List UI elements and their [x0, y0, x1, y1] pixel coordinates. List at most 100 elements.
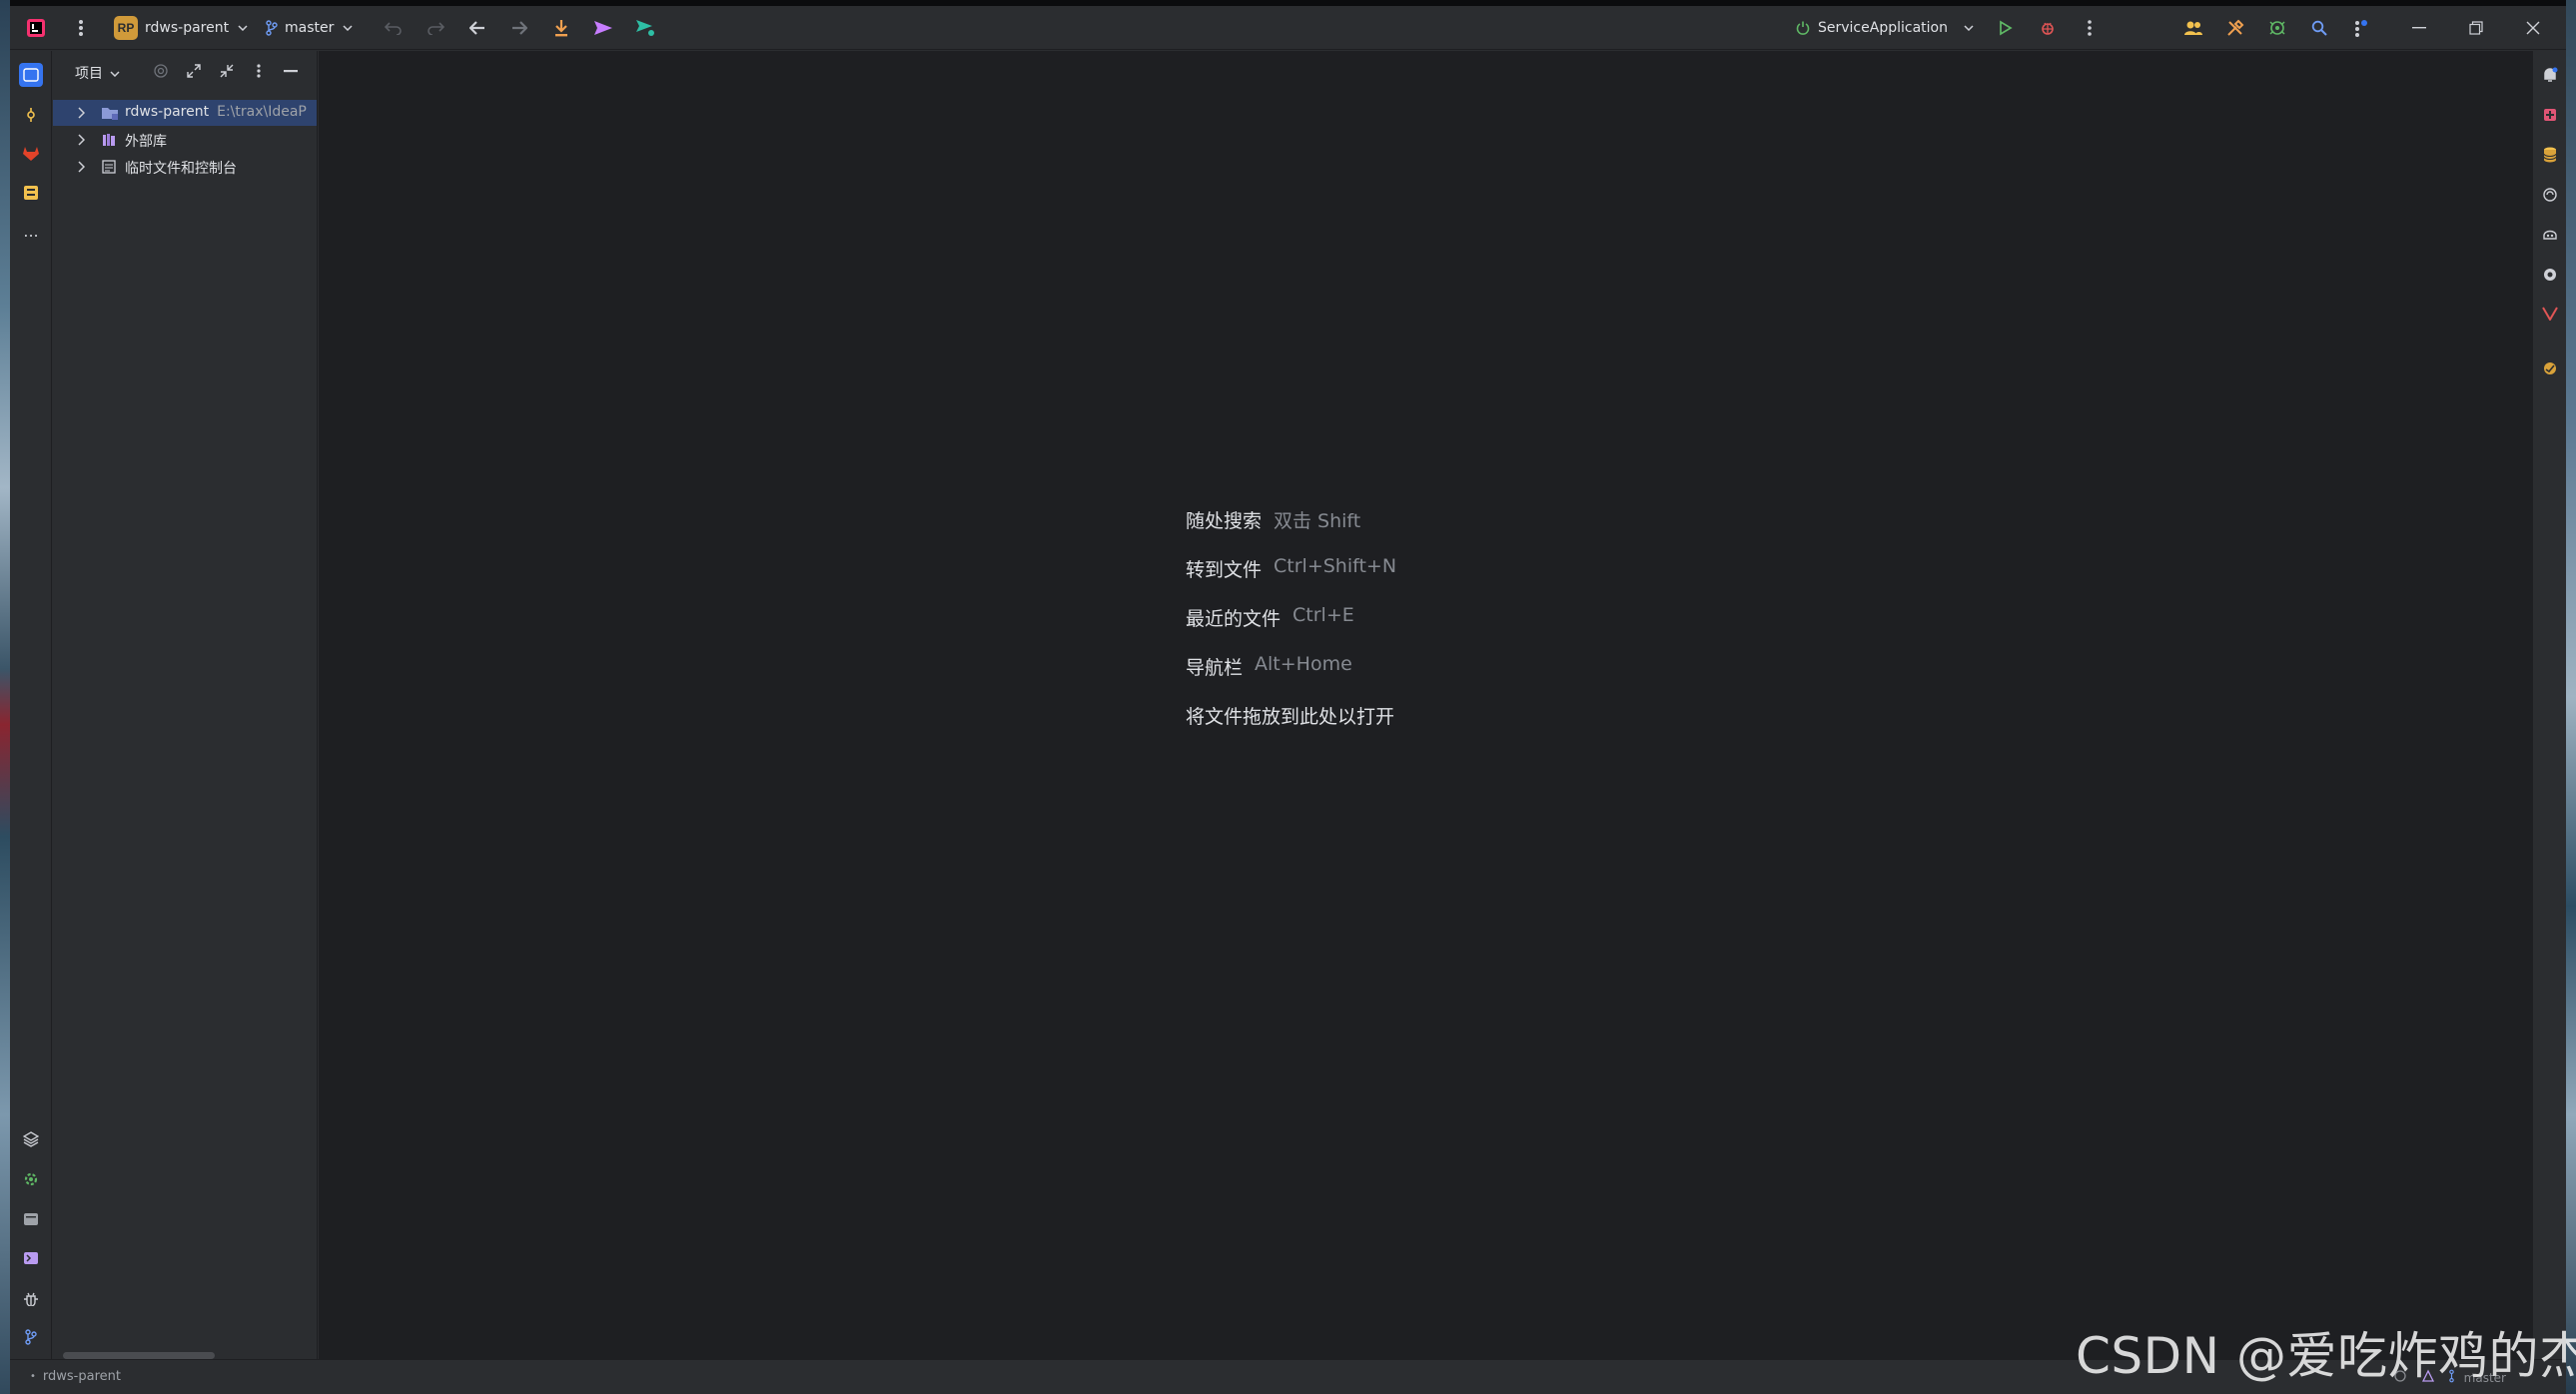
hint-action: 最近的文件: [1186, 608, 1282, 630]
title-bar: RP rdws-parent master ServiceApplication: [10, 6, 2566, 50]
locate-icon[interactable]: [147, 57, 175, 85]
git-icon[interactable]: [19, 1325, 43, 1349]
hint-navigation-bar: 导航栏 Alt+Home: [1186, 653, 1396, 702]
hint-shortcut: 双击 Shift: [1274, 510, 1361, 532]
restore-icon[interactable]: [2462, 14, 2490, 42]
update-project-icon[interactable]: [547, 14, 575, 42]
chevron-down-icon: [110, 65, 120, 81]
module-folder-icon: [101, 105, 119, 125]
database-icon[interactable]: [2538, 143, 2562, 167]
right-tool-strip: [2532, 51, 2566, 1359]
debug-icon[interactable]: [2034, 14, 2062, 42]
chevron-down-icon: [343, 25, 353, 31]
desktop-wallpaper-right: [2566, 0, 2576, 1394]
hint-shortcut: Ctrl+Shift+N: [1274, 555, 1397, 577]
breadcrumb-bullet-icon: •: [30, 1371, 36, 1382]
options-icon[interactable]: [245, 57, 273, 85]
console-icon[interactable]: [19, 1246, 43, 1270]
branch-icon: [266, 20, 278, 36]
collapse-all-icon[interactable]: [213, 57, 241, 85]
forward-icon[interactable]: [505, 14, 533, 42]
chevron-right-icon[interactable]: [77, 134, 86, 150]
problems-icon[interactable]: [19, 1286, 43, 1310]
desktop-wallpaper-left: [0, 0, 10, 1394]
services-icon[interactable]: [19, 1167, 43, 1191]
vue-icon[interactable]: [2538, 302, 2562, 326]
hint-shortcut: Alt+Home: [1255, 653, 1352, 675]
intellij-logo-icon[interactable]: [22, 14, 50, 42]
layers-icon[interactable]: [19, 1127, 43, 1151]
hint-search-everywhere: 随处搜索 双击 Shift: [1186, 506, 1396, 555]
more-tools-icon[interactable]: ...: [19, 219, 43, 243]
plugin-icon[interactable]: [2263, 14, 2291, 42]
tree-item-scratches[interactable]: 临时文件和控制台: [53, 154, 317, 180]
settings-tools-icon[interactable]: [2221, 14, 2249, 42]
chevron-right-icon[interactable]: [77, 107, 86, 123]
settings-sync-icon[interactable]: [2538, 263, 2562, 287]
run-config-name: ServiceApplication: [1818, 20, 1948, 36]
ai-assistant-icon[interactable]: [2538, 183, 2562, 207]
hint-drop-files: 将文件拖放到此处以打开: [1186, 702, 1396, 751]
project-icon[interactable]: [19, 63, 43, 87]
project-widget[interactable]: RP rdws-parent: [114, 6, 248, 50]
redo-icon[interactable]: [422, 14, 449, 42]
hide-icon[interactable]: [277, 57, 305, 85]
breadcrumb-project: rdws-parent: [42, 1369, 121, 1384]
project-root-name: rdws-parent: [125, 104, 210, 120]
commit-push-icon[interactable]: [631, 14, 659, 42]
code-with-me-icon[interactable]: [2179, 14, 2207, 42]
project-root-path: E:\trax\IdeaP: [217, 104, 307, 120]
vcs-operations-icon[interactable]: [2347, 14, 2375, 42]
structure-icon[interactable]: [19, 181, 43, 205]
tree-item-external-libraries[interactable]: 外部库: [53, 127, 317, 153]
left-tool-strip: ...: [10, 51, 52, 1359]
run-icon[interactable]: [1992, 14, 2020, 42]
copilot-icon[interactable]: [2538, 223, 2562, 247]
horizontal-scrollbar[interactable]: [63, 1352, 215, 1359]
undo-icon[interactable]: [380, 14, 408, 42]
project-panel-header: 项目: [53, 51, 317, 91]
close-icon[interactable]: [2519, 14, 2547, 42]
branch-name: master: [285, 20, 335, 36]
hint-shortcut: Ctrl+E: [1292, 604, 1354, 626]
push-icon[interactable]: [589, 14, 617, 42]
project-tool-window: 项目 rdws-parent E:\trax\IdeaP 外部库 临时文件和控制台: [53, 51, 318, 1359]
run-config-widget[interactable]: ServiceApplication: [1796, 6, 1974, 50]
terminal-icon[interactable]: [19, 1207, 43, 1231]
chevron-down-icon: [1964, 25, 1974, 31]
commit-icon[interactable]: [19, 103, 43, 127]
empty-editor-hints: 随处搜索 双击 Shift 转到文件 Ctrl+Shift+N 最近的文件 Ct…: [1186, 506, 1396, 751]
chevron-down-icon: [238, 25, 248, 31]
expand-all-icon[interactable]: [180, 57, 208, 85]
sonar-icon[interactable]: [2538, 356, 2562, 380]
hint-action: 将文件拖放到此处以打开: [1186, 706, 1395, 728]
hint-action: 导航栏: [1186, 657, 1244, 679]
project-panel-title: 项目: [75, 66, 103, 82]
hint-recent-files: 最近的文件 Ctrl+E: [1186, 604, 1396, 653]
status-breadcrumb[interactable]: • rdws-parent: [30, 1369, 121, 1384]
editor-empty-area[interactable]: 随处搜索 双击 Shift 转到文件 Ctrl+Shift+N 最近的文件 Ct…: [319, 51, 2532, 1359]
scratches-icon: [101, 159, 117, 179]
notifications-icon[interactable]: [2538, 63, 2562, 87]
ide-window: RP rdws-parent master ServiceApplication: [10, 6, 2566, 1394]
plugin-red-icon[interactable]: [2538, 103, 2562, 127]
back-icon[interactable]: [463, 14, 491, 42]
tree-item-label: 外部库: [125, 134, 167, 150]
project-view-selector[interactable]: 项目: [75, 63, 120, 83]
hint-action: 转到文件: [1186, 559, 1263, 581]
power-icon: [1796, 21, 1810, 35]
branch-widget[interactable]: master: [266, 6, 353, 50]
chevron-right-icon[interactable]: [77, 161, 86, 177]
library-icon: [101, 132, 117, 152]
project-badge: RP: [114, 16, 138, 40]
minimize-icon[interactable]: [2405, 14, 2433, 42]
main-menu-icon[interactable]: [67, 14, 95, 42]
tree-item-rdws-parent[interactable]: rdws-parent E:\trax\IdeaP: [53, 100, 317, 126]
tree-item-label: rdws-parent E:\trax\IdeaP: [125, 104, 307, 120]
more-icon[interactable]: [2076, 14, 2104, 42]
project-name: rdws-parent: [145, 20, 230, 36]
csdn-watermark: CSDN @爱吃炸鸡的杰: [2076, 1327, 2576, 1385]
gitlab-icon[interactable]: [19, 142, 43, 166]
search-icon[interactable]: [2305, 14, 2333, 42]
hint-action: 随处搜索: [1186, 510, 1263, 532]
